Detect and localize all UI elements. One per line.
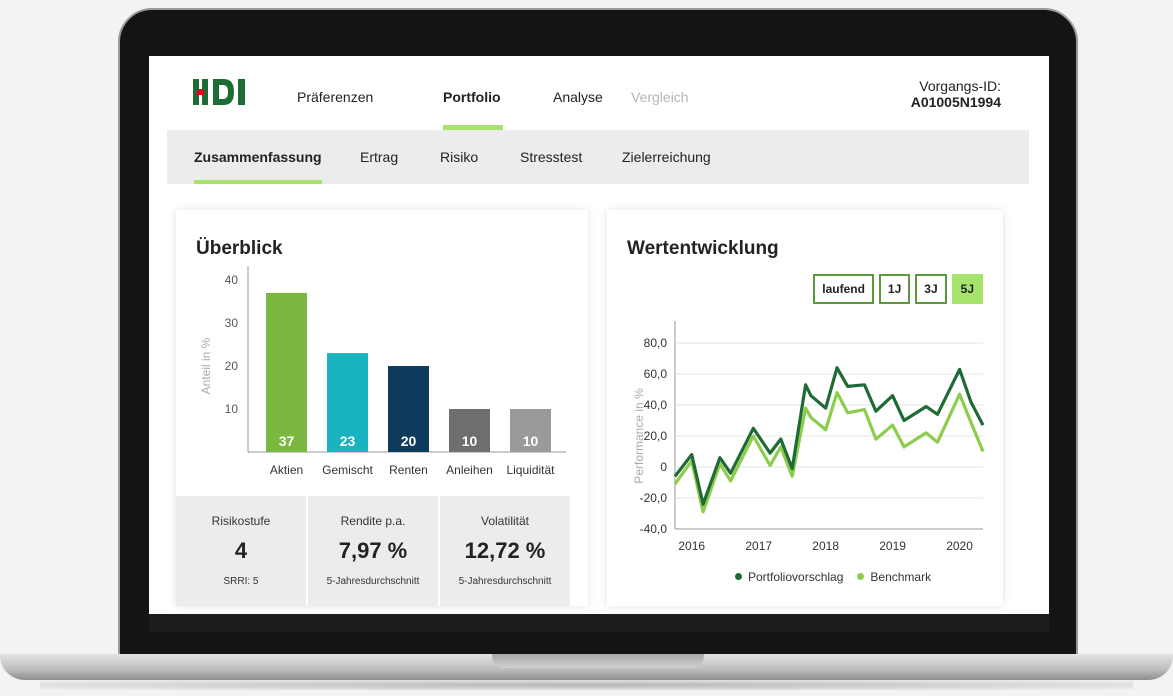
sub-navigation: Zusammenfassung Ertrag Risiko Stresstest…: [167, 130, 1029, 184]
bar-value-label: 23: [340, 433, 356, 449]
screen-bezel-bottom: [149, 614, 1049, 632]
tab-stresstest[interactable]: Stresstest: [520, 149, 582, 165]
stat-sub: 5-Jahresdurchschnitt: [326, 576, 420, 587]
tab-ertrag[interactable]: Ertrag: [360, 149, 398, 165]
legend-dot-icon: [735, 573, 742, 580]
x-tick-label: 2019: [879, 539, 906, 553]
tab-risiko[interactable]: Risiko: [440, 149, 478, 165]
vorgangs-info: Vorgangs-ID: A01005N1994: [911, 78, 1001, 110]
stat-rendite: Rendite p.a. 7,97 % 5-Jahresdurchschnitt: [308, 496, 438, 606]
hdi-logo: [193, 79, 245, 105]
x-tick-label: 2016: [678, 539, 705, 553]
stage: Präferenzen Portfolio Analyse Vergleich …: [0, 0, 1173, 696]
performance-card: Wertentwicklung laufend 1J 3J 5J 80,0 60,…: [607, 210, 1003, 606]
legend-label: Portfoliovorschlag: [748, 570, 844, 584]
x-tick-label: 2018: [812, 539, 839, 553]
stat-value: 12,72 %: [464, 538, 546, 563]
chart-legend: Portfoliovorschlag Benchmark: [735, 570, 931, 584]
x-tick-label: 2017: [745, 539, 772, 553]
y-axis-label: Performance in %: [632, 388, 646, 484]
legend-item-benchmark: Benchmark: [857, 570, 931, 584]
y-tick-label: -20,0: [640, 491, 668, 505]
bar-value-label: 20: [401, 433, 417, 449]
y-tick-label: 40,0: [644, 398, 668, 412]
stat-value: 7,97 %: [338, 538, 408, 563]
stat-label: Risikostufe: [211, 514, 271, 528]
overview-card: Überblick 10 20 30 40 Anteil in % 37 Aktien 23 G…: [176, 210, 588, 606]
tab-zusammenfassung[interactable]: Zusammenfassung: [194, 149, 322, 165]
stat-sub: SRRI: 5: [223, 576, 259, 587]
stat-value: 4: [234, 538, 248, 563]
x-tick-label: Aktien: [270, 463, 303, 477]
vorgangs-label: Vorgangs-ID:: [919, 78, 1001, 94]
stat-sub: 5-Jahresdurchschnitt: [458, 576, 552, 587]
x-tick-label: Liquidität: [506, 463, 555, 477]
laptop-shadow: [40, 680, 1133, 690]
performance-line-chart: 80,0 60,0 40,0 20,0 0 -20,0 -40,0 Performance i…: [632, 321, 985, 553]
y-axis-label: Anteil in %: [199, 337, 213, 394]
app-screen: Präferenzen Portfolio Analyse Vergleich …: [149, 56, 1049, 632]
bar-value-label: 10: [523, 433, 539, 449]
bar-value-label: 37: [279, 433, 295, 449]
y-tick-label: 30: [225, 316, 239, 330]
y-tick-label: 60,0: [644, 367, 668, 381]
tab-active-indicator: [194, 180, 322, 184]
nav-portfolio[interactable]: Portfolio: [443, 89, 501, 105]
allocation-bar-chart: 10 20 30 40 Anteil in % 37 Aktien 23 Gemischt 20 R…: [199, 266, 566, 477]
x-tick-label: Anleihen: [446, 463, 493, 477]
legend-item-portfolio: Portfoliovorschlag: [735, 570, 843, 584]
y-tick-label: 10: [225, 402, 239, 416]
bar: [266, 292, 307, 452]
y-tick-label: 20,0: [644, 429, 668, 443]
key-figures: Risikostufe 4 SRRI: 5 Rendite p.a. 7,97 …: [176, 496, 570, 606]
tab-zielerreichung[interactable]: Zielerreichung: [622, 149, 711, 165]
vorgangs-id: A01005N1994: [910, 94, 1001, 110]
nav-praeferenzen[interactable]: Präferenzen: [297, 89, 373, 105]
stat-label: Rendite p.a.: [340, 514, 406, 528]
nav-vergleich: Vergleich: [631, 89, 689, 105]
y-tick-label: -40,0: [640, 522, 668, 536]
stat-label: Volatilität: [480, 514, 530, 528]
nav-analyse[interactable]: Analyse: [553, 89, 603, 105]
legend-label: Benchmark: [870, 570, 932, 584]
stat-risikostufe: Risikostufe 4 SRRI: 5: [176, 496, 306, 606]
x-tick-label: Gemischt: [322, 463, 373, 477]
top-navigation: Präferenzen Portfolio Analyse Vergleich …: [149, 56, 1049, 130]
series-line: [673, 391, 985, 514]
y-tick-label: 20: [225, 359, 239, 373]
y-tick-label: 40: [225, 273, 239, 287]
stat-volatilitaet: Volatilität 12,72 % 5-Jahresdurchschnitt: [440, 496, 570, 606]
y-tick-label: 0: [660, 460, 667, 474]
x-tick-label: Renten: [389, 463, 428, 477]
x-tick-label: 2020: [946, 539, 973, 553]
y-tick-label: 80,0: [644, 336, 668, 350]
legend-dot-icon: [857, 573, 865, 580]
bar-value-label: 10: [462, 433, 478, 449]
laptop-notch: [492, 654, 704, 668]
